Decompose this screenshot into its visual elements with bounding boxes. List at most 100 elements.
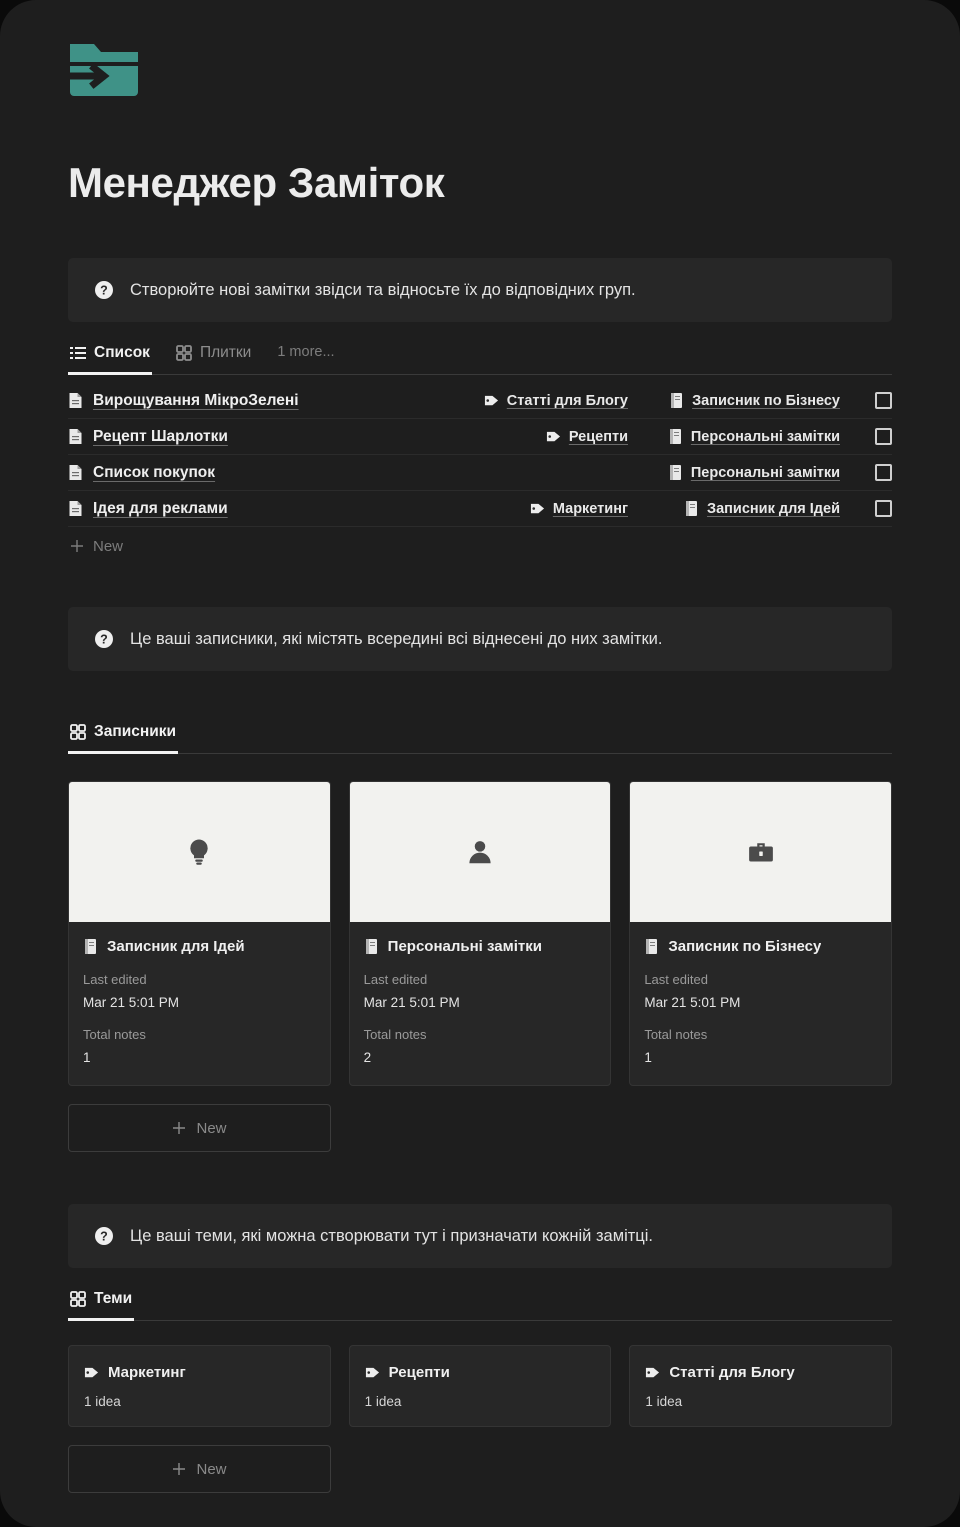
total-notes-value: 1 [644,1050,652,1066]
note-checkbox[interactable] [875,464,892,482]
notes-banner-text: Створюйте нові замітки звідси та віднось… [130,280,636,299]
notebook-icon [646,939,658,955]
note-notebook-cell[interactable]: Персональні замітки [640,464,840,481]
grid-icon [70,1291,86,1308]
tab-notebooks-label: Записники [94,723,177,741]
add-notebook-label: New [196,1119,227,1137]
tab-more-label: 1 more... [277,344,335,361]
notebook-icon [686,501,698,517]
theme-card-count: 1 idea [84,1394,121,1410]
notebook-icon [365,939,377,955]
add-notebook-button[interactable]: New [68,1104,331,1153]
last-edited-value: Mar 21 5:01 PM [83,995,180,1011]
note-notebook-label: Записник для Ідей [707,500,840,517]
document-icon [69,465,82,481]
question-circle-icon: ? [95,630,113,649]
table-row[interactable]: Рецепт Шарлотки Рецепти Персональні замі… [68,419,892,456]
app-page: Менеджер Заміток ? Створюйте нові замітк… [0,0,960,1527]
plus-icon [173,1463,186,1476]
theme-card[interactable]: Статті для Блогу 1 idea [629,1345,892,1428]
last-edited-value: Mar 21 5:01 PM [644,995,741,1011]
note-checkbox[interactable] [875,428,892,446]
add-note-label: New [93,537,124,555]
total-notes-label: Total notes [644,1027,708,1043]
app-logo [68,0,892,100]
tab-themes[interactable]: Теми [68,1284,135,1322]
notebook-card-title: Записник по Бізнесу [668,938,822,956]
theme-card-title-row: Статті для Блогу [645,1364,876,1381]
note-notebook-cell[interactable]: Персональні замітки [640,428,840,445]
tab-list-label: Список [94,344,150,362]
note-title: Список покупок [93,463,216,481]
table-row[interactable]: Ідея для реклами Маркетинг Записник для … [68,491,892,528]
add-theme-button[interactable]: New [68,1445,331,1494]
page-title: Менеджер Заміток [68,159,445,206]
theme-card-title: Статті для Блогу [669,1364,795,1382]
note-title-cell[interactable]: Вирощування МікроЗелені [68,392,406,410]
notebook-card-title-row: Персональні замітки [364,938,597,955]
total-notes-label: Total notes [83,1027,146,1043]
notes-list: Вирощування МікроЗелені Статті для Блогу [68,383,892,565]
theme-card-title-row: Рецепти [365,1364,596,1381]
notebooks-section-header: Записники [68,717,892,755]
notebook-card-body: Записник для Ідей Last edited Mar 21 5:0… [69,922,330,1085]
note-checkbox-cell[interactable] [852,392,892,410]
themes-info-banner: ? Це ваші теми, які можна створювати тут… [68,1204,892,1269]
notebook-card-title: Записник для Ідей [107,938,245,956]
notebook-card[interactable]: Записник по Бізнесу Last edited Mar 21 5… [629,781,892,1087]
note-tag-cell[interactable]: Маркетинг [418,500,628,517]
theme-card[interactable]: Маркетинг 1 idea [68,1345,331,1428]
briefcase-icon [748,843,773,862]
note-tag-cell[interactable]: Статті для Блогу [418,392,628,409]
question-circle-icon: ? [95,1227,113,1246]
document-icon [69,393,82,409]
note-tag-cell[interactable]: Рецепти [418,428,628,445]
tab-themes-label: Теми [94,1290,133,1308]
tag-icon [84,1368,99,1378]
tag-icon [484,396,498,406]
table-row[interactable]: Список покупок Персональні замітки [68,455,892,492]
notebooks-info-banner: ? Це ваші записники, які містять всереди… [68,607,892,672]
total-notes-value: 1 [83,1050,91,1066]
add-note-button[interactable]: New [68,527,892,565]
table-row[interactable]: Вирощування МікроЗелені Статті для Блогу [68,383,892,420]
document-icon [69,429,82,445]
theme-card[interactable]: Рецепти 1 idea [348,1345,612,1428]
svg-text:?: ? [100,284,108,298]
note-checkbox-cell[interactable] [852,464,892,482]
tag-icon [365,1368,379,1378]
document-icon [69,501,82,517]
note-title-cell[interactable]: Ідея для реклами [68,500,406,518]
notes-info-banner: ? Створюйте нові замітки звідси та відно… [68,258,892,323]
notebook-icon [85,939,96,955]
last-edited-label: Last edited [83,972,147,988]
note-checkbox[interactable] [875,392,892,410]
notebook-icon [669,465,681,481]
plus-icon [71,540,83,553]
notebook-card[interactable]: Записник для Ідей Last edited Mar 21 5:0… [68,781,331,1087]
themes-grid: Маркетинг 1 idea Рецепти 1 idea Статті д… [68,1345,892,1428]
last-edited-label: Last edited [363,972,428,988]
tab-notebooks[interactable]: Записники [68,717,179,755]
theme-card-title-row: Маркетинг [84,1364,315,1381]
folder-arrow-icon [68,44,138,96]
theme-card-count: 1 idea [645,1394,683,1410]
tab-list[interactable]: Список [68,338,152,376]
note-notebook-label: Записник по Бізнесу [692,392,840,409]
notebook-icon [669,429,681,445]
notebooks-banner-text: Це ваші записники, які містять всередині… [130,629,663,648]
notebooks-grid: Записник для Ідей Last edited Mar 21 5:0… [68,781,892,1087]
notebook-card[interactable]: Персональні замітки Last edited Mar 21 5… [348,781,612,1087]
note-title-cell[interactable]: Рецепт Шарлотки [68,428,406,446]
note-checkbox[interactable] [875,500,892,518]
tab-tiles[interactable]: Плитки [174,338,253,375]
note-notebook-cell[interactable]: Записник для Ідей [640,500,840,517]
note-checkbox-cell[interactable] [852,500,892,518]
notebook-card-body: Персональні замітки Last edited Mar 21 5… [350,922,611,1085]
note-notebook-cell[interactable]: Записник по Бізнесу [640,392,840,409]
notebook-card-body: Записник по Бізнесу Last edited Mar 21 5… [630,922,891,1085]
themes-section-header: Теми [68,1284,892,1322]
note-title-cell[interactable]: Список покупок [68,464,406,482]
note-checkbox-cell[interactable] [852,428,892,446]
tab-more[interactable]: 1 more... [275,338,336,375]
